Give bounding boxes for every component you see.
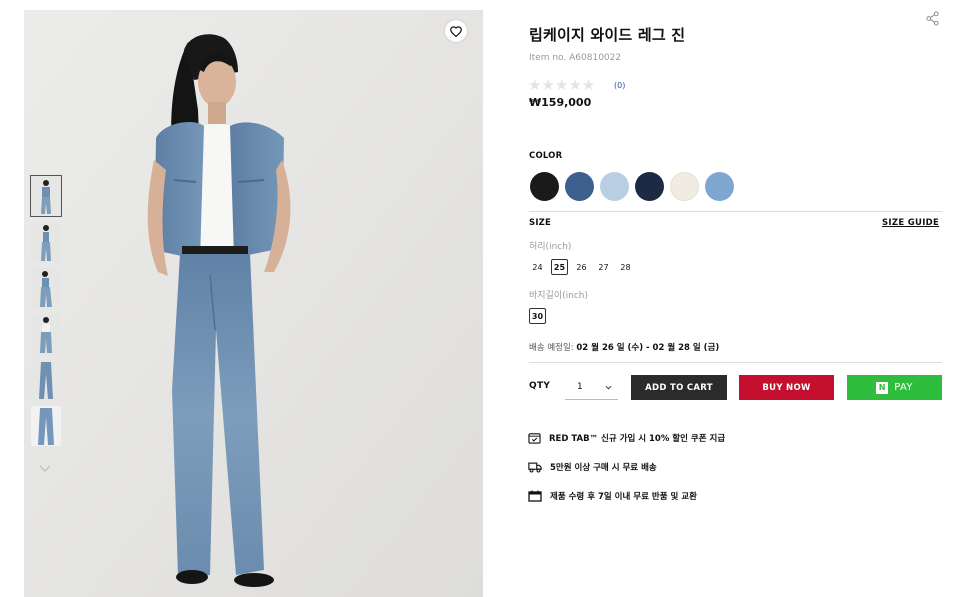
waist-option-24[interactable]: 24 [529, 259, 546, 275]
waist-option-27[interactable]: 27 [595, 259, 612, 275]
thumbnail-image [41, 225, 51, 261]
main-product-image [24, 10, 483, 597]
wishlist-heart-button[interactable] [445, 20, 467, 42]
waist-label: 허리(inch) [529, 242, 572, 252]
rating-stars: ★★★★★ [528, 76, 596, 94]
thumbnail-4[interactable] [31, 314, 61, 354]
size-label: SIZE [529, 218, 552, 228]
thumbnail-3[interactable] [31, 268, 61, 308]
benefit-returns-text: 제품 수령 후 7일 이내 무료 반품 및 교환 [550, 492, 697, 502]
chevron-down-icon [39, 465, 51, 472]
quantity-value: 1 [577, 382, 583, 392]
benefit-free-returns: 제품 수령 후 7일 이내 무료 반품 및 교환 [528, 490, 697, 502]
divider [529, 211, 942, 212]
thumbnail-image [40, 271, 52, 307]
coupon-icon [528, 433, 541, 444]
size-guide-link[interactable]: SIZE GUIDE [882, 218, 939, 228]
delivery-label: 배송 예정일: [529, 343, 574, 353]
review-count-link[interactable]: (0) [614, 81, 625, 90]
thumbnail-1[interactable] [30, 175, 62, 217]
naver-pay-button[interactable]: N PAY [847, 375, 942, 400]
thumbnail-5[interactable] [31, 360, 61, 400]
item-number-label: Item no. [529, 53, 567, 63]
benefit-free-shipping: 5만원 이상 구매 시 무료 배송 [528, 461, 657, 473]
waist-option-28[interactable]: 28 [617, 259, 634, 275]
thumbnail-image [31, 406, 61, 446]
color-label: COLOR [529, 151, 563, 161]
waist-size-options: 24 25 26 27 28 [529, 259, 634, 275]
delivery-date-range: 02 월 26 일 (수) - 02 월 28 일 (금) [576, 343, 720, 353]
benefit-coupon-text: RED TAB™ 신규 가입 시 10% 할인 쿠폰 지급 [549, 434, 726, 444]
naver-pay-label: PAY [894, 382, 913, 393]
thumbnail-scroll-down-button[interactable] [39, 458, 51, 477]
waist-option-25[interactable]: 25 [551, 259, 568, 275]
thumbnail-image [41, 180, 51, 214]
model-wearing-jeans-illustration [24, 10, 483, 597]
color-swatch-black[interactable] [530, 172, 559, 201]
qty-label: QTY [529, 381, 551, 391]
benefit-coupon: RED TAB™ 신규 가입 시 10% 할인 쿠폰 지급 [528, 432, 725, 444]
product-price: ₩159,000 [529, 96, 592, 109]
benefit-shipping-text: 5만원 이상 구매 시 무료 배송 [550, 463, 657, 473]
color-swatch-navy-denim[interactable] [635, 172, 664, 201]
color-swatch-ecru[interactable] [670, 172, 699, 201]
delivery-estimate: 배송 예정일: 02 월 26 일 (수) - 02 월 28 일 (금) [529, 341, 719, 353]
divider [529, 362, 942, 363]
item-number-value: A60810022 [569, 53, 622, 63]
add-to-cart-button[interactable]: ADD TO CART [631, 375, 727, 400]
thumbnail-image [40, 317, 52, 353]
thumbnail-6[interactable] [31, 406, 61, 446]
thumbnail-2[interactable] [31, 222, 61, 262]
heart-icon [450, 25, 462, 37]
waist-option-26[interactable]: 26 [573, 259, 590, 275]
naver-pay-logo-icon: N [876, 381, 889, 394]
chevron-down-icon [605, 385, 612, 389]
color-swatch-light-blue-denim[interactable] [600, 172, 629, 201]
quantity-select[interactable]: 1 [565, 375, 618, 400]
thumbnail-image [39, 362, 53, 399]
color-swatch-dark-blue-denim[interactable] [565, 172, 594, 201]
length-label: 바지길이(inch) [529, 291, 588, 301]
delivery-truck-icon [528, 462, 542, 472]
length-size-options: 30 [529, 308, 546, 324]
buy-now-button[interactable]: BUY NOW [739, 375, 834, 400]
share-button[interactable] [925, 11, 940, 30]
length-option-30[interactable]: 30 [529, 308, 546, 324]
calendar-icon [528, 490, 542, 502]
product-title: 립케이지 와이드 레그 진 [529, 26, 686, 44]
color-swatch-list [530, 172, 734, 201]
color-swatch-mid-blue-denim[interactable] [705, 172, 734, 201]
item-number: Item no. A60810022 [529, 53, 621, 63]
share-icon [926, 11, 939, 26]
